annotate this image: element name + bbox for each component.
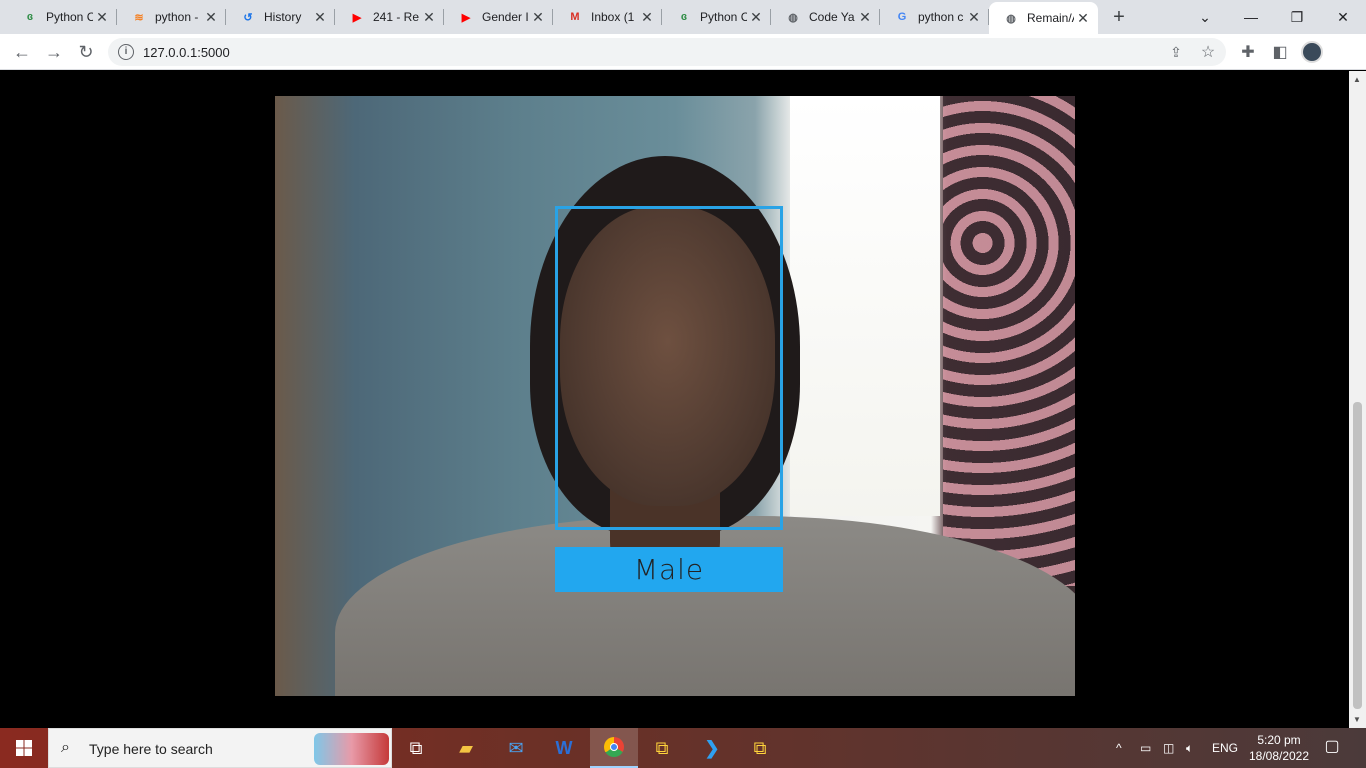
tab-label: History [264, 10, 302, 24]
clock-time: 5:20 pm [1257, 733, 1301, 747]
profile-avatar[interactable] [1298, 38, 1326, 66]
reload-icon[interactable]: ↻ [72, 38, 100, 66]
close-tab-icon[interactable]: ✕ [965, 8, 983, 26]
stackoverflow-icon: ≋ [134, 11, 144, 24]
new-tab-button[interactable]: + [1108, 6, 1130, 28]
scroll-down-icon[interactable]: ▼ [1353, 715, 1361, 724]
mail-icon[interactable]: ✉ [492, 728, 540, 768]
face-detection-box [555, 206, 783, 530]
globe-icon: ◍ [1006, 12, 1016, 25]
file-explorer-icon[interactable]: ▰ [442, 728, 490, 768]
gender-prediction-label: Male [555, 547, 783, 592]
close-tab-icon[interactable]: ✕ [638, 8, 656, 26]
minimize-icon[interactable]: — [1228, 0, 1274, 34]
word-icon[interactable]: W [540, 728, 588, 768]
video-curtain [943, 96, 1075, 586]
gfg-icon: ɞ [680, 11, 688, 23]
tab-label: python - [155, 10, 199, 24]
page-content: Male [0, 71, 1349, 728]
tab-label: Python C [46, 10, 93, 24]
search-placeholder: Type here to search [89, 741, 213, 757]
browser-toolbar: ← → ↻ i 127.0.0.1:5000 ⇪ ☆ ✚ ◧ [0, 34, 1366, 70]
browser-tab[interactable]: ɞ Python C ✕ [662, 0, 771, 34]
python-icon[interactable]: ⧉ [736, 728, 784, 768]
windows-start-button[interactable] [0, 728, 48, 768]
youtube-icon: ▶ [352, 11, 362, 24]
close-tab-icon[interactable]: ✕ [311, 8, 329, 26]
tab-label: 241 - Re [373, 10, 420, 24]
scroll-up-icon[interactable]: ▲ [1353, 75, 1361, 84]
bookmark-star-icon[interactable]: ☆ [1194, 38, 1222, 66]
browser-tab[interactable]: ▶ 241 - Re ✕ [335, 0, 444, 34]
webcam-video-feed: Male [275, 96, 1075, 696]
tab-label: python c [918, 10, 964, 24]
browser-tab[interactable]: M Inbox (1 ✕ [553, 0, 662, 34]
address-bar[interactable]: i 127.0.0.1:5000 ⇪ ☆ [108, 38, 1226, 66]
globe-icon: ◍ [788, 11, 798, 24]
browser-tab[interactable]: Gpython c ✕ [880, 0, 989, 34]
taskbar-search-box[interactable]: ⌕ Type here to search [48, 728, 392, 768]
close-tab-icon[interactable]: ✕ [529, 8, 547, 26]
google-icon: G [897, 11, 907, 23]
tab-label: Python C [700, 10, 747, 24]
browser-tab[interactable]: ▶ Gender I ✕ [444, 0, 553, 34]
site-info-icon[interactable]: i [118, 44, 134, 60]
tab-label: Gender I [482, 10, 529, 24]
notification-icon[interactable]: ▢ [1320, 736, 1344, 760]
video-window [790, 96, 940, 516]
close-tab-icon[interactable]: ✕ [1074, 9, 1092, 27]
scrollbar-thumb[interactable] [1353, 402, 1362, 709]
close-tab-icon[interactable]: ✕ [420, 8, 438, 26]
task-view-icon[interactable]: ⧉ [392, 728, 440, 768]
tab-label: Code Ya [809, 10, 855, 24]
restore-icon[interactable]: ❐ [1274, 0, 1320, 34]
search-icon: ⌕ [61, 739, 70, 756]
windows-taskbar: ⌕ Type here to search ⧉ ▰ ✉ W ⧉ ❯ ⧉ ^ ▭ … [0, 728, 1366, 768]
volume-icon[interactable]: 🔈︎ [1186, 728, 1193, 768]
url-text[interactable]: 127.0.0.1:5000 [143, 45, 230, 60]
windows-logo-icon [16, 740, 32, 756]
tab-strip: ɞ Python C ✕ ≋ python - ✕ ↺ History ✕ ▶ 241 - Re ✕ ▶… [0, 0, 1366, 34]
browser-tab[interactable]: ↺ History ✕ [226, 0, 335, 34]
share-icon[interactable]: ⇪ [1162, 38, 1190, 66]
tray-chevron-icon[interactable]: ^ [1116, 728, 1122, 768]
extensions-icon[interactable]: ✚ [1234, 38, 1262, 66]
close-tab-icon[interactable]: ✕ [856, 8, 874, 26]
close-tab-icon[interactable]: ✕ [202, 8, 220, 26]
browser-tab[interactable]: ◍ Code Ya ✕ [771, 0, 880, 34]
tab-label: Remain/A [1027, 11, 1074, 25]
browser-tab[interactable]: ɞ Python C ✕ [8, 0, 117, 34]
gmail-icon: M [570, 11, 580, 23]
chrome-icon[interactable] [590, 728, 638, 768]
browser-tab[interactable]: ≋ python - ✕ [117, 0, 226, 34]
python-file-icon[interactable]: ⧉ [638, 728, 686, 768]
page-scrollbar[interactable]: ▲ ▼ [1349, 71, 1366, 728]
tab-label: Inbox (1 [591, 10, 635, 24]
language-indicator[interactable]: ENG [1212, 728, 1238, 768]
history-icon: ↺ [243, 11, 253, 24]
close-tab-icon[interactable]: ✕ [93, 8, 111, 26]
back-icon[interactable]: ← [8, 38, 36, 66]
forward-icon[interactable]: → [40, 38, 68, 66]
meet-now-icon[interactable]: ◫ [1163, 728, 1174, 768]
gfg-icon: ɞ [26, 11, 34, 23]
search-highlight-image [314, 733, 389, 765]
browser-tab[interactable]: ◍ Remain/A✕ [989, 2, 1098, 34]
side-panel-icon[interactable]: ◧ [1266, 38, 1294, 66]
close-tab-icon[interactable]: ✕ [747, 8, 765, 26]
vscode-icon[interactable]: ❯ [688, 728, 736, 768]
youtube-icon: ▶ [461, 11, 471, 24]
close-window-icon[interactable]: ✕ [1320, 0, 1366, 34]
system-clock[interactable]: 5:20 pm 18/08/2022 [1248, 732, 1310, 764]
battery-icon[interactable]: ▭ [1140, 728, 1151, 768]
tab-search-icon[interactable]: ⌄ [1182, 0, 1228, 34]
clock-date: 18/08/2022 [1248, 749, 1310, 763]
